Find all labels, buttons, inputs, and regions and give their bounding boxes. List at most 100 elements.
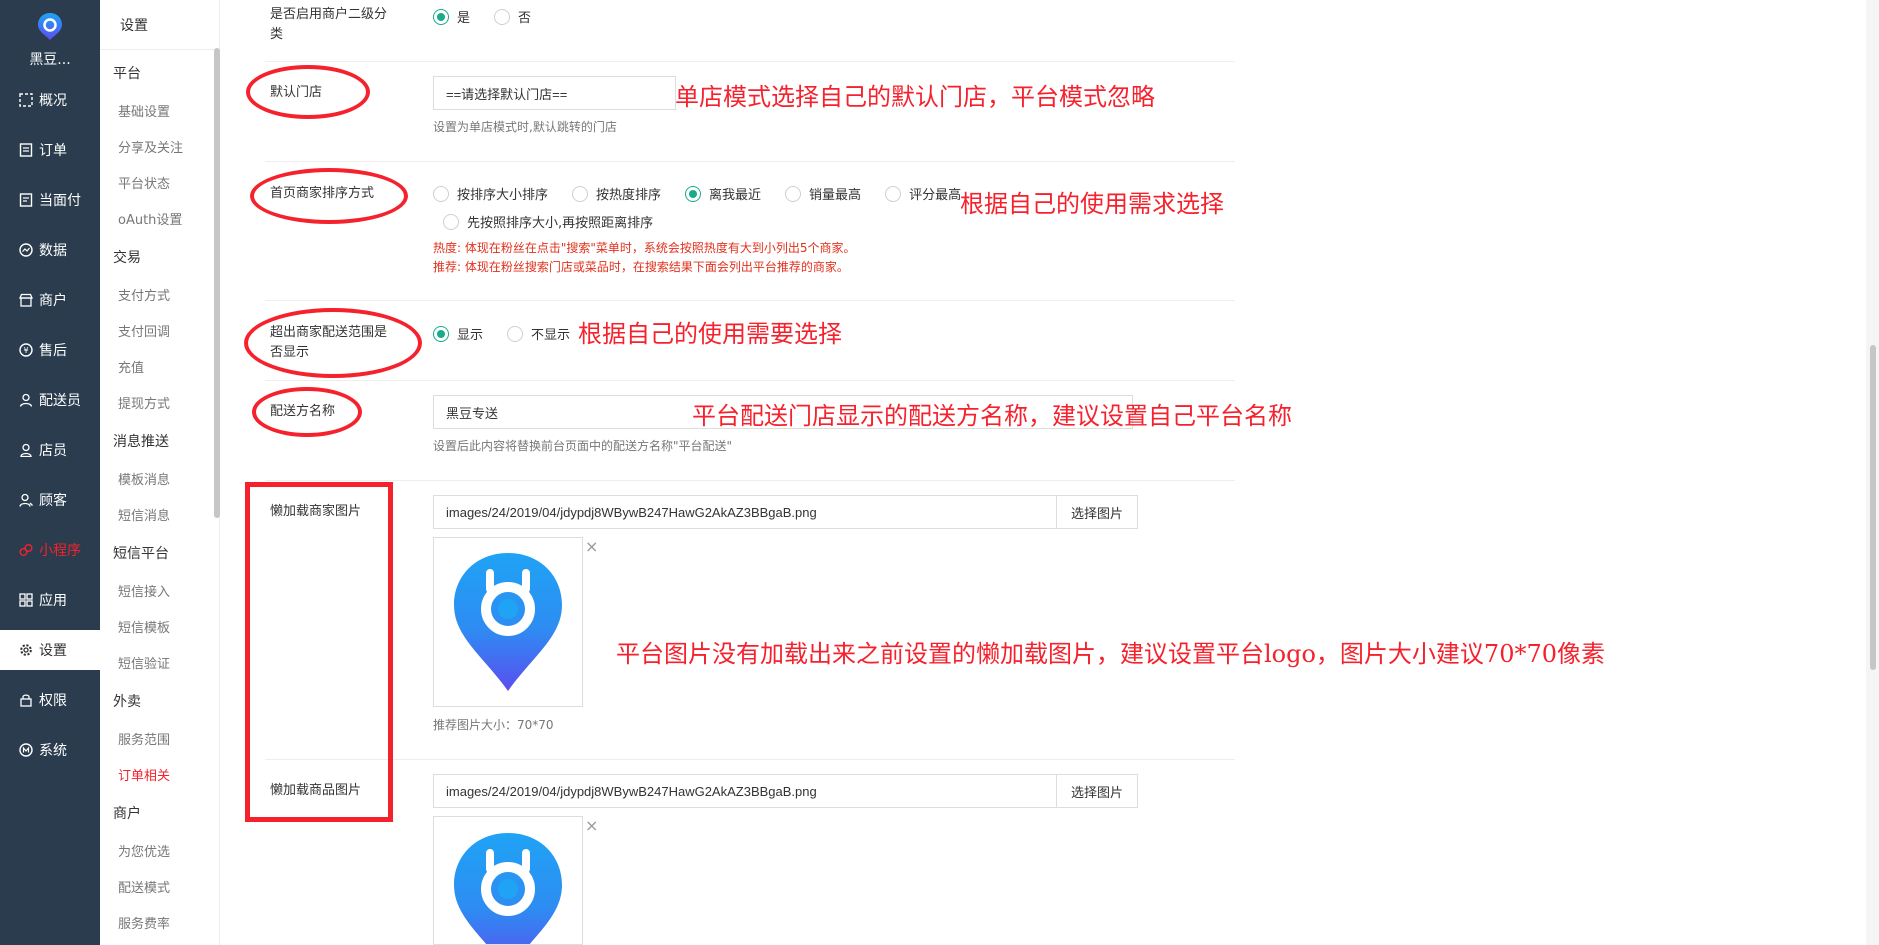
lazy-goods-img-preview: [433, 816, 583, 945]
radio-unchecked[interactable]: [885, 185, 902, 202]
lazy-goods-img-close-icon[interactable]: ×: [585, 816, 598, 835]
row-divider: [265, 759, 1235, 760]
radio-checked[interactable]: [685, 185, 702, 202]
home-sort-option-nearest[interactable]: 离我最近: [685, 184, 761, 203]
sub-category-option-no[interactable]: 否: [494, 7, 531, 26]
nav-item-face-pay[interactable]: 当面付: [0, 180, 100, 220]
nav-item-overview[interactable]: 概况: [0, 80, 100, 120]
home-sort-option-rating[interactable]: 评分最高: [885, 184, 961, 203]
lazy-store-img-help: 推荐图片大小：70*70: [433, 718, 554, 732]
subnav-item-service-range[interactable]: 服务范围: [118, 729, 170, 748]
nav-label: 售后: [39, 343, 67, 359]
subnav-item-order-related[interactable]: 订单相关: [118, 765, 170, 784]
subnav-item-oauth[interactable]: oAuth设置: [118, 209, 182, 228]
lazy-store-img-path[interactable]: images/24/2019/04/jdypdj8WBywB247HawG2Ak…: [433, 495, 1057, 529]
customer-icon: [18, 492, 34, 508]
default-store-help: 设置为单店模式时,默认跳转的门店: [433, 120, 617, 134]
sub-category-label: 是否启用商户二级分 类: [270, 7, 388, 42]
lazy-goods-img-select-button[interactable]: 选择图片: [1056, 774, 1138, 808]
subnav-item-withdraw[interactable]: 提现方式: [118, 393, 170, 412]
nav-label: 权限: [39, 693, 67, 709]
out-of-range-option-show[interactable]: 显示: [433, 324, 483, 343]
nav-item-after-sale[interactable]: ¥ 售后: [0, 330, 100, 370]
home-sort-option-hot[interactable]: 按热度排序: [572, 184, 661, 203]
nav-item-data[interactable]: 数据: [0, 230, 100, 270]
subnav-item-basic[interactable]: 基础设置: [118, 101, 170, 120]
brand-area[interactable]: 黑豆...: [0, 0, 100, 80]
nav-item-miniprogram[interactable]: 小程序: [0, 530, 100, 570]
platform-logo-icon: [454, 553, 562, 691]
data-icon: [18, 242, 34, 258]
subnav-group-takeout: 外卖: [113, 694, 141, 710]
subnav-group-trade: 交易: [113, 250, 141, 266]
out-of-range-radio-group: 显示 不显示: [433, 324, 594, 343]
radio-unchecked[interactable]: [443, 213, 459, 230]
subnav-item-preferred[interactable]: 为您优选: [118, 841, 170, 860]
nav-label: 数据: [39, 243, 67, 259]
lazy-store-img-close-icon[interactable]: ×: [585, 537, 598, 556]
subnav-item-sms-msg[interactable]: 短信消息: [118, 505, 170, 524]
home-sort-option-order[interactable]: 按排序大小排序: [433, 184, 548, 203]
nav-item-orders[interactable]: 订单: [0, 130, 100, 170]
subnav-item-sms-access[interactable]: 短信接入: [118, 581, 170, 600]
store-icon: [18, 292, 34, 308]
nav-item-settings[interactable]: 设置: [0, 630, 100, 670]
default-store-select[interactable]: ==请选择默认门店==: [433, 76, 676, 110]
radio-unchecked[interactable]: [507, 325, 524, 342]
brand-name: 黑豆...: [29, 52, 71, 68]
subnav-item-template-msg[interactable]: 模板消息: [118, 469, 170, 488]
subnav-item-recharge[interactable]: 充值: [118, 357, 144, 376]
radio-unchecked[interactable]: [572, 185, 589, 202]
radio-checked[interactable]: [433, 325, 449, 342]
home-sort-radio-group: 按排序大小排序 按热度排序 离我最近 销量最高 评分最高: [433, 184, 985, 203]
annotation-circle-home-sort: [250, 168, 408, 224]
subnav-item-pay-callback[interactable]: 支付回调: [118, 321, 170, 340]
subnav-item-sms-verify[interactable]: 短信验证: [118, 653, 170, 672]
annotation-home-sort: 根据自己的使用需求选择: [960, 190, 1224, 218]
nav-item-store[interactable]: 商户: [0, 280, 100, 320]
nav-item-courier[interactable]: 配送员: [0, 380, 100, 420]
apps-icon: [18, 592, 34, 608]
row-divider: [265, 300, 1235, 301]
radio-unchecked[interactable]: [785, 185, 802, 202]
home-sort-help-recommend: 推荐: 体现在粉丝搜索门店或菜品时，在搜索结果下面会列出平台推荐的商家。: [433, 260, 849, 274]
radio-checked[interactable]: [433, 8, 449, 25]
nav-label: 店员: [39, 443, 67, 459]
overview-icon: [18, 92, 34, 108]
subnav-item-platform-status[interactable]: 平台状态: [118, 173, 170, 192]
subnav-item-service-fee[interactable]: 服务费率: [118, 913, 170, 932]
sub-category-option-yes[interactable]: 是: [433, 7, 470, 26]
nav-label: 当面付: [39, 193, 81, 209]
lazy-store-img-preview: [433, 537, 583, 707]
lazy-goods-img-path[interactable]: images/24/2019/04/jdypdj8WBywB247HawG2Ak…: [433, 774, 1057, 808]
nav-item-customer[interactable]: 顾客: [0, 480, 100, 520]
subnav-item-share[interactable]: 分享及关注: [118, 137, 183, 156]
subnav-group-merchant: 商户: [113, 806, 141, 822]
subnav-item-delivery-mode[interactable]: 配送模式: [118, 877, 170, 896]
nav-label: 系统: [39, 743, 67, 759]
subnav-group-sms: 短信平台: [113, 546, 169, 562]
page-scrollbar-thumb[interactable]: [1870, 345, 1876, 670]
main-sidebar: 黑豆... 概况 订单 当面付 数据 商户 ¥ 售后 配送员 店员 顾客 小程序: [0, 0, 100, 945]
annotation-default-store: 单店模式选择自己的默认门店，平台模式忽略: [675, 83, 1155, 111]
radio-unchecked[interactable]: [494, 8, 511, 25]
nav-label: 配送员: [39, 393, 81, 409]
subnav-scrollbar[interactable]: [214, 48, 220, 518]
out-of-range-option-hide[interactable]: 不显示: [507, 324, 570, 343]
subnav-item-sms-template[interactable]: 短信模板: [118, 617, 170, 636]
sub-category-radio-group: 是 否: [433, 7, 555, 26]
radio-unchecked[interactable]: [433, 185, 449, 202]
nav-item-system[interactable]: 系统: [0, 730, 100, 770]
after-sale-icon: ¥: [18, 342, 34, 358]
nav-label: 小程序: [39, 543, 81, 559]
lazy-store-img-select-button[interactable]: 选择图片: [1056, 495, 1138, 529]
home-sort-option-sales[interactable]: 销量最高: [785, 184, 861, 203]
subnav-item-pay-method[interactable]: 支付方式: [118, 285, 170, 304]
nav-item-apps[interactable]: 应用: [0, 580, 100, 620]
delivery-name-help: 设置后此内容将替换前台页面中的配送方名称"平台配送": [433, 439, 733, 453]
nav-label: 订单: [39, 143, 67, 159]
nav-item-permission[interactable]: 权限: [0, 680, 100, 720]
nav-label: 概况: [39, 93, 67, 109]
home-sort-option-order-distance[interactable]: 先按照排序大小,再按照距离排序: [443, 212, 653, 231]
nav-item-clerk[interactable]: 店员: [0, 430, 100, 470]
